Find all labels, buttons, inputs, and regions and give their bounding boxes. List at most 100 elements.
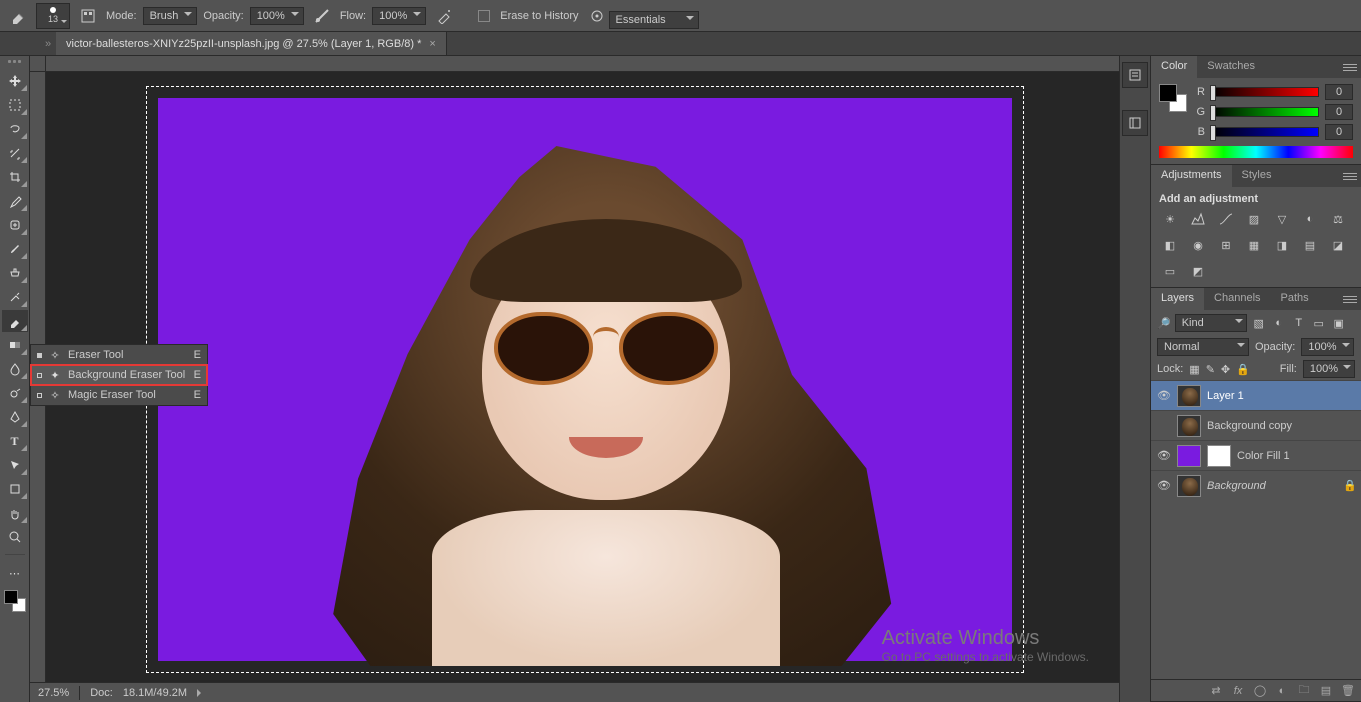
- layer-name[interactable]: Background copy: [1207, 420, 1355, 432]
- exposure-icon[interactable]: ▨: [1243, 209, 1265, 229]
- color-balance-icon[interactable]: ⚖: [1327, 209, 1349, 229]
- layer-name[interactable]: Layer 1: [1207, 390, 1355, 402]
- vibrance-icon[interactable]: ▽: [1271, 209, 1293, 229]
- eyedropper-tool[interactable]: [2, 190, 28, 212]
- layer-name[interactable]: Background: [1207, 480, 1337, 492]
- lasso-tool[interactable]: [2, 118, 28, 140]
- curves-icon[interactable]: [1215, 209, 1237, 229]
- layer-row[interactable]: 👁Layer 1: [1151, 380, 1361, 410]
- color-slider-g[interactable]: G0: [1195, 104, 1353, 120]
- add-mask-icon[interactable]: ◯: [1253, 684, 1267, 697]
- mode-dropdown[interactable]: Brush: [143, 7, 198, 25]
- link-layers-icon[interactable]: ⇄: [1209, 684, 1223, 697]
- filter-smart-icon[interactable]: ▣: [1331, 317, 1347, 330]
- threshold-icon[interactable]: ◪: [1327, 235, 1349, 255]
- zoom-level[interactable]: 27.5%: [38, 687, 69, 699]
- blur-tool[interactable]: [2, 358, 28, 380]
- tab-swatches[interactable]: Swatches: [1197, 56, 1265, 78]
- type-tool[interactable]: T: [2, 430, 28, 452]
- layer-thumbnail[interactable]: [1177, 445, 1201, 467]
- pen-tool[interactable]: [2, 406, 28, 428]
- panel-menu-icon[interactable]: [1343, 292, 1357, 306]
- opacity-dropdown[interactable]: 100%: [250, 7, 304, 25]
- delete-layer-icon[interactable]: 🗑: [1341, 684, 1355, 697]
- tab-styles[interactable]: Styles: [1232, 165, 1282, 187]
- tab-channels[interactable]: Channels: [1204, 288, 1270, 310]
- panel-grip[interactable]: [5, 60, 25, 66]
- status-menu-icon[interactable]: [197, 689, 205, 697]
- blend-mode-dropdown[interactable]: Normal: [1157, 338, 1249, 356]
- channel-mixer-icon[interactable]: ⊞: [1215, 235, 1237, 255]
- toggle-brush-panel-icon[interactable]: [76, 4, 100, 28]
- filter-pixel-icon[interactable]: ▧: [1251, 317, 1267, 330]
- magic-wand-tool[interactable]: [2, 142, 28, 164]
- hue-sat-icon[interactable]: ◐: [1299, 209, 1321, 229]
- layer-row[interactable]: 👁 Color Fill 1: [1151, 440, 1361, 470]
- visibility-toggle[interactable]: 👁: [1157, 479, 1171, 492]
- lock-pixels-icon[interactable]: ✎: [1206, 363, 1215, 376]
- gradient-tool[interactable]: [2, 334, 28, 356]
- visibility-toggle[interactable]: 👁: [1157, 449, 1171, 462]
- clone-stamp-tool[interactable]: [2, 262, 28, 284]
- crop-tool[interactable]: [2, 166, 28, 188]
- layer-thumbnail[interactable]: [1177, 475, 1201, 497]
- color-slider-b[interactable]: B0: [1195, 124, 1353, 140]
- flow-dropdown[interactable]: 100%: [372, 7, 426, 25]
- pressure-size-icon[interactable]: [585, 4, 609, 28]
- color-slider-r[interactable]: R0: [1195, 84, 1353, 100]
- brush-preset-picker[interactable]: 13: [36, 3, 70, 29]
- layer-mask-thumbnail[interactable]: [1207, 445, 1231, 467]
- ruler-origin[interactable]: [30, 56, 46, 72]
- shape-tool[interactable]: [2, 478, 28, 500]
- filter-search-icon[interactable]: 🔎: [1157, 317, 1171, 330]
- bw-icon[interactable]: ◧: [1159, 235, 1181, 255]
- spectrum-ramp[interactable]: [1151, 146, 1361, 164]
- layer-opacity-dropdown[interactable]: 100%: [1301, 338, 1353, 356]
- panel-menu-icon[interactable]: [1343, 169, 1357, 183]
- dodge-tool[interactable]: [2, 382, 28, 404]
- layer-fx-icon[interactable]: fx: [1231, 685, 1245, 697]
- tab-adjustments[interactable]: Adjustments: [1151, 165, 1232, 187]
- color-lookup-icon[interactable]: ▦: [1243, 235, 1265, 255]
- hand-tool[interactable]: [2, 502, 28, 524]
- zoom-tool[interactable]: [2, 526, 28, 548]
- photo-filter-icon[interactable]: ◉: [1187, 235, 1209, 255]
- invert-icon[interactable]: ◨: [1271, 235, 1293, 255]
- tab-color[interactable]: Color: [1151, 56, 1197, 78]
- filter-shape-icon[interactable]: ▭: [1311, 317, 1327, 330]
- new-fill-adjust-icon[interactable]: ◐: [1275, 685, 1289, 697]
- layer-row[interactable]: Background copy: [1151, 410, 1361, 440]
- pressure-opacity-icon[interactable]: [310, 4, 334, 28]
- lock-all-icon[interactable]: 🔒: [1236, 363, 1250, 376]
- layer-name[interactable]: Color Fill 1: [1237, 450, 1355, 462]
- posterize-icon[interactable]: ▤: [1299, 235, 1321, 255]
- flyout-item-eraser-tool[interactable]: ✧Eraser ToolE: [31, 345, 207, 365]
- document-tab[interactable]: victor-ballesteros-XNIYz25pzII-unsplash.…: [56, 32, 447, 55]
- history-brush-tool[interactable]: [2, 286, 28, 308]
- selective-color-icon[interactable]: ◩: [1187, 261, 1209, 281]
- tab-paths[interactable]: Paths: [1271, 288, 1319, 310]
- fg-bg-swatch[interactable]: [4, 590, 26, 612]
- new-group-icon[interactable]: 🗀: [1297, 681, 1311, 700]
- brush-tool[interactable]: [2, 238, 28, 260]
- layer-thumbnail[interactable]: [1177, 415, 1201, 437]
- filter-adjust-icon[interactable]: ◐: [1271, 317, 1287, 329]
- tab-layers[interactable]: Layers: [1151, 288, 1204, 310]
- marquee-tool[interactable]: [2, 94, 28, 116]
- flyout-item-background-eraser-tool[interactable]: ✦Background Eraser ToolE: [31, 365, 207, 385]
- flyout-item-magic-eraser-tool[interactable]: ✧Magic Eraser ToolE: [31, 385, 207, 405]
- color-fg-bg-swatch[interactable]: [1159, 84, 1187, 112]
- document-canvas[interactable]: [146, 86, 1024, 673]
- history-panel-icon[interactable]: [1122, 62, 1148, 88]
- edit-toolbar[interactable]: ⋯: [2, 562, 28, 584]
- brightness-contrast-icon[interactable]: ☀: [1159, 209, 1181, 229]
- close-tab-icon[interactable]: ×: [429, 38, 435, 50]
- workspace-switcher[interactable]: Essentials: [609, 11, 699, 29]
- eraser-tool[interactable]: [2, 310, 28, 332]
- move-tool[interactable]: [2, 70, 28, 92]
- filter-kind-dropdown[interactable]: Kind: [1175, 314, 1247, 332]
- healing-brush-tool[interactable]: [2, 214, 28, 236]
- airbrush-icon[interactable]: [432, 4, 456, 28]
- filter-type-icon[interactable]: T: [1291, 317, 1307, 329]
- lock-transparency-icon[interactable]: ▦: [1189, 363, 1199, 376]
